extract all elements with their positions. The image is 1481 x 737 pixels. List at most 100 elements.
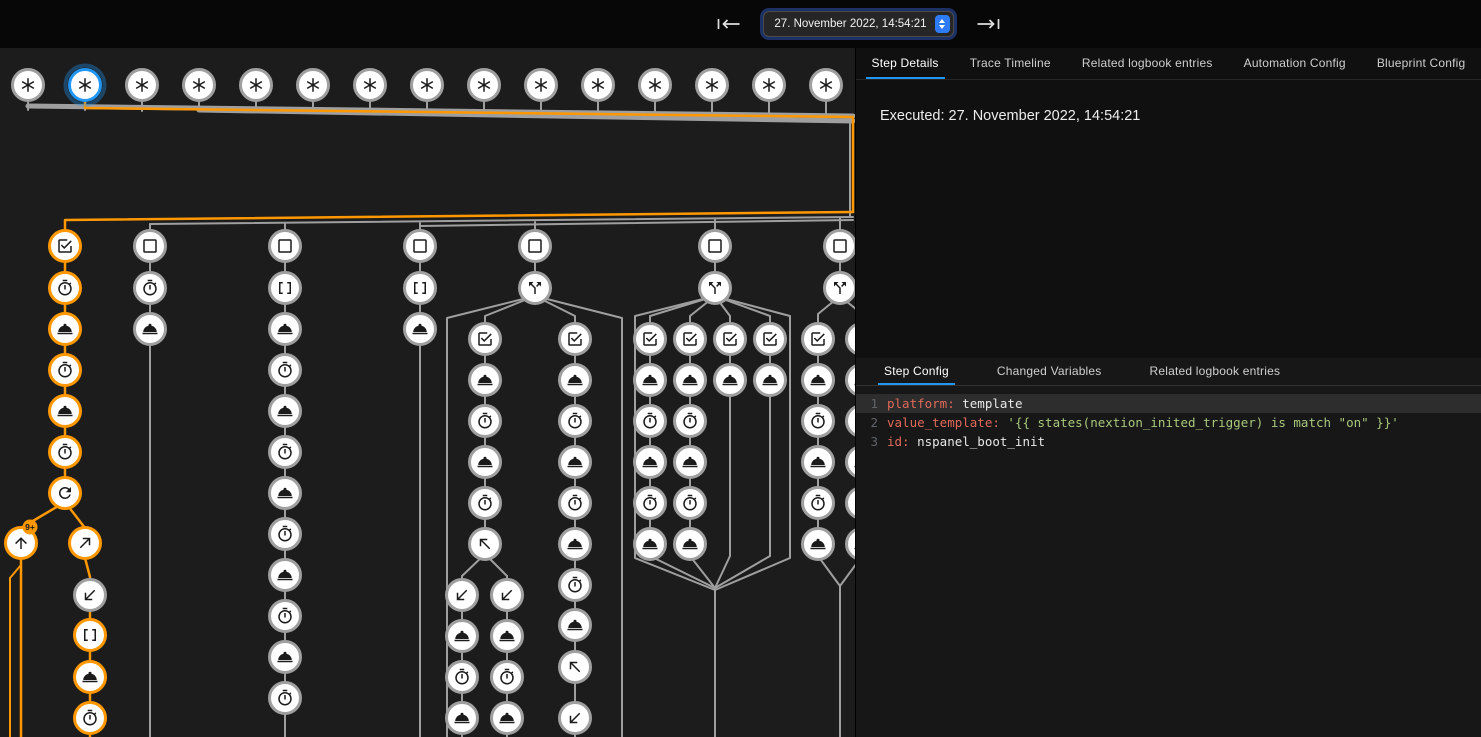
trace-run-selector[interactable]: 27. November 2022, 14:54:21 [763, 11, 953, 37]
trace-node-timer[interactable] [447, 662, 478, 693]
trace-node-asterisk[interactable] [697, 70, 728, 101]
trace-node-asterisk[interactable] [127, 70, 158, 101]
trace-node-dome[interactable] [50, 396, 81, 427]
trace-node-square[interactable] [825, 231, 856, 262]
trace-node-dome[interactable] [135, 314, 166, 345]
trace-node-timer[interactable] [50, 437, 81, 468]
trace-node-dome[interactable] [675, 365, 706, 396]
trace-node-asterisk[interactable] [583, 70, 614, 101]
trace-node-square[interactable] [270, 231, 301, 262]
trace-node-dome[interactable] [470, 447, 501, 478]
trace-node-dome[interactable] [635, 529, 666, 560]
trace-node-arrow-sw[interactable] [447, 580, 478, 611]
trace-node-dome[interactable] [50, 314, 81, 345]
trace-node-asterisk[interactable] [13, 70, 44, 101]
trace-node-timer[interactable] [847, 406, 856, 437]
trace-node-timer[interactable] [470, 406, 501, 437]
trace-node-checkbox[interactable] [715, 324, 746, 355]
trace-node-square[interactable] [405, 231, 436, 262]
trace-node-dome[interactable] [635, 447, 666, 478]
trace-node-dome[interactable] [847, 365, 856, 396]
trace-node-timer[interactable] [560, 406, 591, 437]
trace-node-timer[interactable] [675, 488, 706, 519]
trace-node-arrow-nw[interactable] [560, 652, 591, 683]
yaml-editor[interactable]: 1platform: template 2value_template: '{{… [856, 386, 1481, 737]
trace-node-timer[interactable] [50, 273, 81, 304]
trace-node-dome[interactable] [470, 365, 501, 396]
trace-node-checkbox[interactable] [470, 324, 501, 355]
trace-node-checkbox[interactable] [635, 324, 666, 355]
trace-node-timer[interactable] [270, 601, 301, 632]
trace-node-timer[interactable] [50, 355, 81, 386]
trace-node-timer[interactable] [635, 406, 666, 437]
trace-node-checkbox[interactable] [803, 324, 834, 355]
trace-node-timer[interactable] [803, 406, 834, 437]
trace-node-dome[interactable] [75, 662, 106, 693]
trace-node-asterisk[interactable] [811, 70, 842, 101]
trace-node-timer[interactable] [270, 437, 301, 468]
next-trace-button[interactable] [972, 14, 1004, 34]
tab-related-logbook-entries[interactable]: Related logbook entries [1076, 48, 1219, 79]
trace-node-dome[interactable] [803, 529, 834, 560]
trace-node-dome[interactable] [270, 314, 301, 345]
trace-node-dome[interactable] [560, 529, 591, 560]
trace-node-checkbox[interactable] [560, 324, 591, 355]
trace-node-timer[interactable] [847, 488, 856, 519]
tab-blueprint-config[interactable]: Blueprint Config [1371, 48, 1472, 79]
trace-node-checkbox[interactable] [847, 324, 856, 355]
trace-node-dome[interactable] [447, 621, 478, 652]
trace-node-asterisk[interactable] [640, 70, 671, 101]
trace-node-dome[interactable] [492, 703, 523, 734]
trace-node-timer[interactable] [635, 488, 666, 519]
trace-node-dome[interactable] [447, 703, 478, 734]
tab-trace-timeline[interactable]: Trace Timeline [964, 48, 1057, 79]
trace-node-dome[interactable] [270, 642, 301, 673]
trace-node-brackets[interactable] [75, 620, 106, 651]
trace-node-dome[interactable] [847, 529, 856, 560]
trace-node-arrow-sw[interactable] [75, 580, 106, 611]
trace-node-dome[interactable] [405, 314, 436, 345]
trace-node-timer[interactable] [270, 355, 301, 386]
trace-node-asterisk[interactable] [298, 70, 329, 101]
trace-node-square[interactable] [135, 231, 166, 262]
trace-node-dome[interactable] [560, 447, 591, 478]
trace-node-asterisk[interactable] [355, 70, 386, 101]
trace-node-dome[interactable] [803, 447, 834, 478]
trace-node-arrow-nw[interactable] [470, 529, 501, 560]
trace-node-timer[interactable] [270, 519, 301, 550]
trace-node-dome[interactable] [270, 478, 301, 509]
trace-node-timer[interactable] [135, 273, 166, 304]
trace-node-refresh[interactable] [50, 478, 81, 509]
trace-node-timer[interactable] [492, 662, 523, 693]
tab-automation-config[interactable]: Automation Config [1238, 48, 1352, 79]
trace-node-checkbox[interactable] [675, 324, 706, 355]
trace-node-timer[interactable] [560, 570, 591, 601]
trace-node-asterisk[interactable] [66, 66, 105, 105]
trace-node-dome[interactable] [715, 365, 746, 396]
tab-changed-variables[interactable]: Changed Variables [991, 358, 1108, 385]
trace-node-checkbox[interactable] [50, 231, 81, 262]
previous-trace-button[interactable] [713, 14, 745, 34]
trace-node-asterisk[interactable] [412, 70, 443, 101]
trace-node-brackets[interactable] [270, 273, 301, 304]
trace-node-asterisk[interactable] [469, 70, 500, 101]
trace-node-asterisk[interactable] [526, 70, 557, 101]
trace-node-dome[interactable] [560, 610, 591, 641]
trace-node-split[interactable] [700, 273, 731, 304]
trace-node-dome[interactable] [755, 365, 786, 396]
trace-node-asterisk[interactable] [241, 70, 272, 101]
trace-node-split[interactable] [825, 273, 856, 304]
trace-node-split[interactable] [520, 273, 551, 304]
trace-node-checkbox[interactable] [755, 324, 786, 355]
trace-node-arrow-sw[interactable] [492, 580, 523, 611]
tab-step-config[interactable]: Step Config [878, 358, 955, 385]
trace-node-timer[interactable] [675, 406, 706, 437]
trace-node-timer[interactable] [803, 488, 834, 519]
trace-node-asterisk[interactable] [184, 70, 215, 101]
trace-node-timer[interactable] [75, 703, 106, 734]
trace-node-timer[interactable] [470, 488, 501, 519]
trace-node-dome[interactable] [635, 365, 666, 396]
trace-node-dome[interactable] [270, 560, 301, 591]
trace-node-dome[interactable] [270, 396, 301, 427]
trace-node-asterisk[interactable] [754, 70, 785, 101]
